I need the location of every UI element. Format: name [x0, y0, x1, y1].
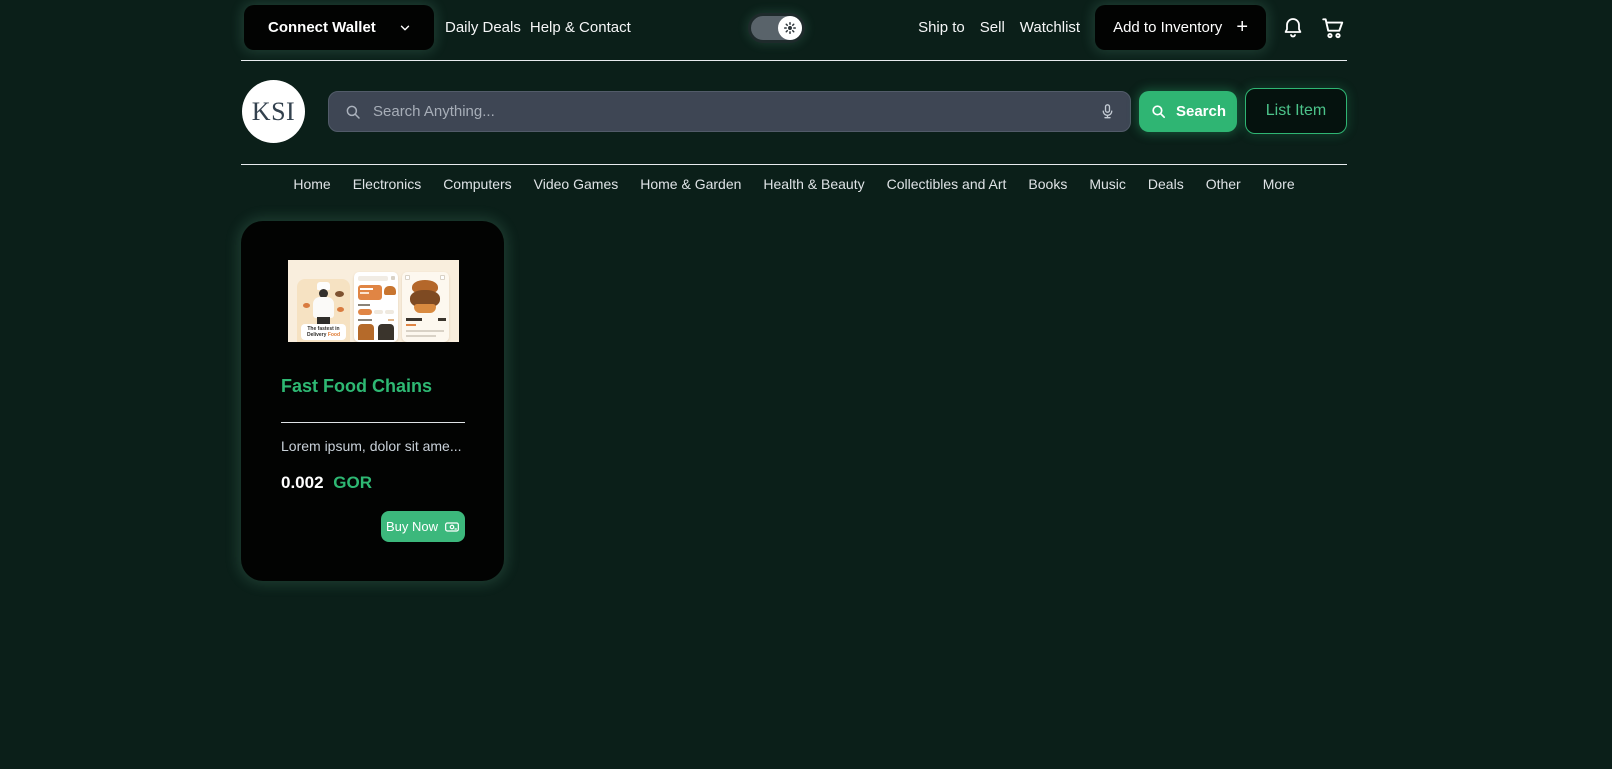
nav-item-collectibles-art[interactable]: Collectibles and Art	[887, 176, 1007, 192]
add-to-inventory-button[interactable]: Add to Inventory +	[1095, 5, 1266, 50]
mockup-middle-phone	[354, 272, 398, 342]
search-input[interactable]	[373, 103, 1099, 120]
ship-to-link[interactable]: Ship to	[918, 19, 965, 36]
nav-item-other[interactable]: Other	[1206, 176, 1241, 192]
nav-item-computers[interactable]: Computers	[443, 176, 511, 192]
connect-wallet-label: Connect Wallet	[268, 19, 376, 36]
list-item-button[interactable]: List Item	[1245, 88, 1347, 134]
nav-item-health-beauty[interactable]: Health & Beauty	[763, 176, 864, 192]
add-to-inventory-label: Add to Inventory	[1113, 19, 1222, 36]
search-button[interactable]: Search	[1139, 91, 1237, 132]
price-currency: GOR	[333, 473, 372, 492]
banknote-icon	[444, 519, 460, 535]
nav-item-electronics[interactable]: Electronics	[353, 176, 421, 192]
nav-item-home-garden[interactable]: Home & Garden	[640, 176, 741, 192]
sell-link[interactable]: Sell	[980, 19, 1005, 36]
site-logo[interactable]: KSI	[242, 80, 305, 143]
nav-item-more[interactable]: More	[1263, 176, 1295, 192]
nav-divider	[241, 164, 1347, 165]
chevron-down-icon	[398, 21, 412, 35]
search-button-label: Search	[1176, 103, 1226, 120]
product-image: The fastest in Delivery Food	[288, 260, 459, 342]
microphone-icon[interactable]	[1099, 103, 1116, 120]
cart-button[interactable]	[1320, 15, 1346, 41]
topbar-divider	[241, 60, 1347, 61]
bell-icon	[1281, 16, 1305, 40]
product-title: Fast Food Chains	[281, 376, 432, 397]
product-card[interactable]: The fastest in Delivery Food	[241, 221, 504, 581]
watchlist-link[interactable]: Watchlist	[1020, 19, 1080, 36]
sun-icon	[783, 21, 797, 35]
nav-item-music[interactable]: Music	[1089, 176, 1126, 192]
category-nav: Home Electronics Computers Video Games H…	[241, 176, 1347, 192]
search-bar	[328, 91, 1131, 132]
product-description: Lorem ipsum, dolor sit ame...	[281, 438, 462, 454]
product-price: 0.002 GOR	[281, 473, 372, 493]
price-amount: 0.002	[281, 473, 324, 492]
nav-item-video-games[interactable]: Video Games	[534, 176, 619, 192]
marketplace-page: Connect Wallet Daily Deals Help & Contac…	[0, 0, 1612, 769]
shopping-cart-icon	[1320, 15, 1346, 41]
connect-wallet-button[interactable]: Connect Wallet	[244, 5, 434, 50]
buy-now-label: Buy Now	[386, 519, 438, 534]
mockup-left-panel: The fastest in Delivery Food	[297, 279, 350, 342]
mockup-right-phone	[402, 272, 449, 342]
notifications-button[interactable]	[1281, 16, 1305, 40]
theme-toggle[interactable]	[748, 13, 805, 43]
mockup-caption: The fastest in Delivery Food	[301, 324, 346, 340]
help-contact-link[interactable]: Help & Contact	[530, 19, 631, 36]
search-button-magnifier-icon	[1150, 103, 1167, 120]
theme-toggle-knob	[778, 16, 802, 40]
nav-item-home[interactable]: Home	[293, 176, 330, 192]
buy-now-button[interactable]: Buy Now	[381, 511, 465, 542]
nav-item-deals[interactable]: Deals	[1148, 176, 1184, 192]
topbar-right: Ship to Sell Watchlist Add to Inventory …	[918, 5, 1346, 50]
plus-icon: +	[1236, 16, 1248, 39]
daily-deals-link[interactable]: Daily Deals	[445, 19, 521, 36]
magnifier-icon	[344, 103, 362, 121]
topbar-left: Connect Wallet Daily Deals Help & Contac…	[244, 5, 631, 50]
nav-item-books[interactable]: Books	[1028, 176, 1067, 192]
card-divider	[281, 422, 465, 423]
